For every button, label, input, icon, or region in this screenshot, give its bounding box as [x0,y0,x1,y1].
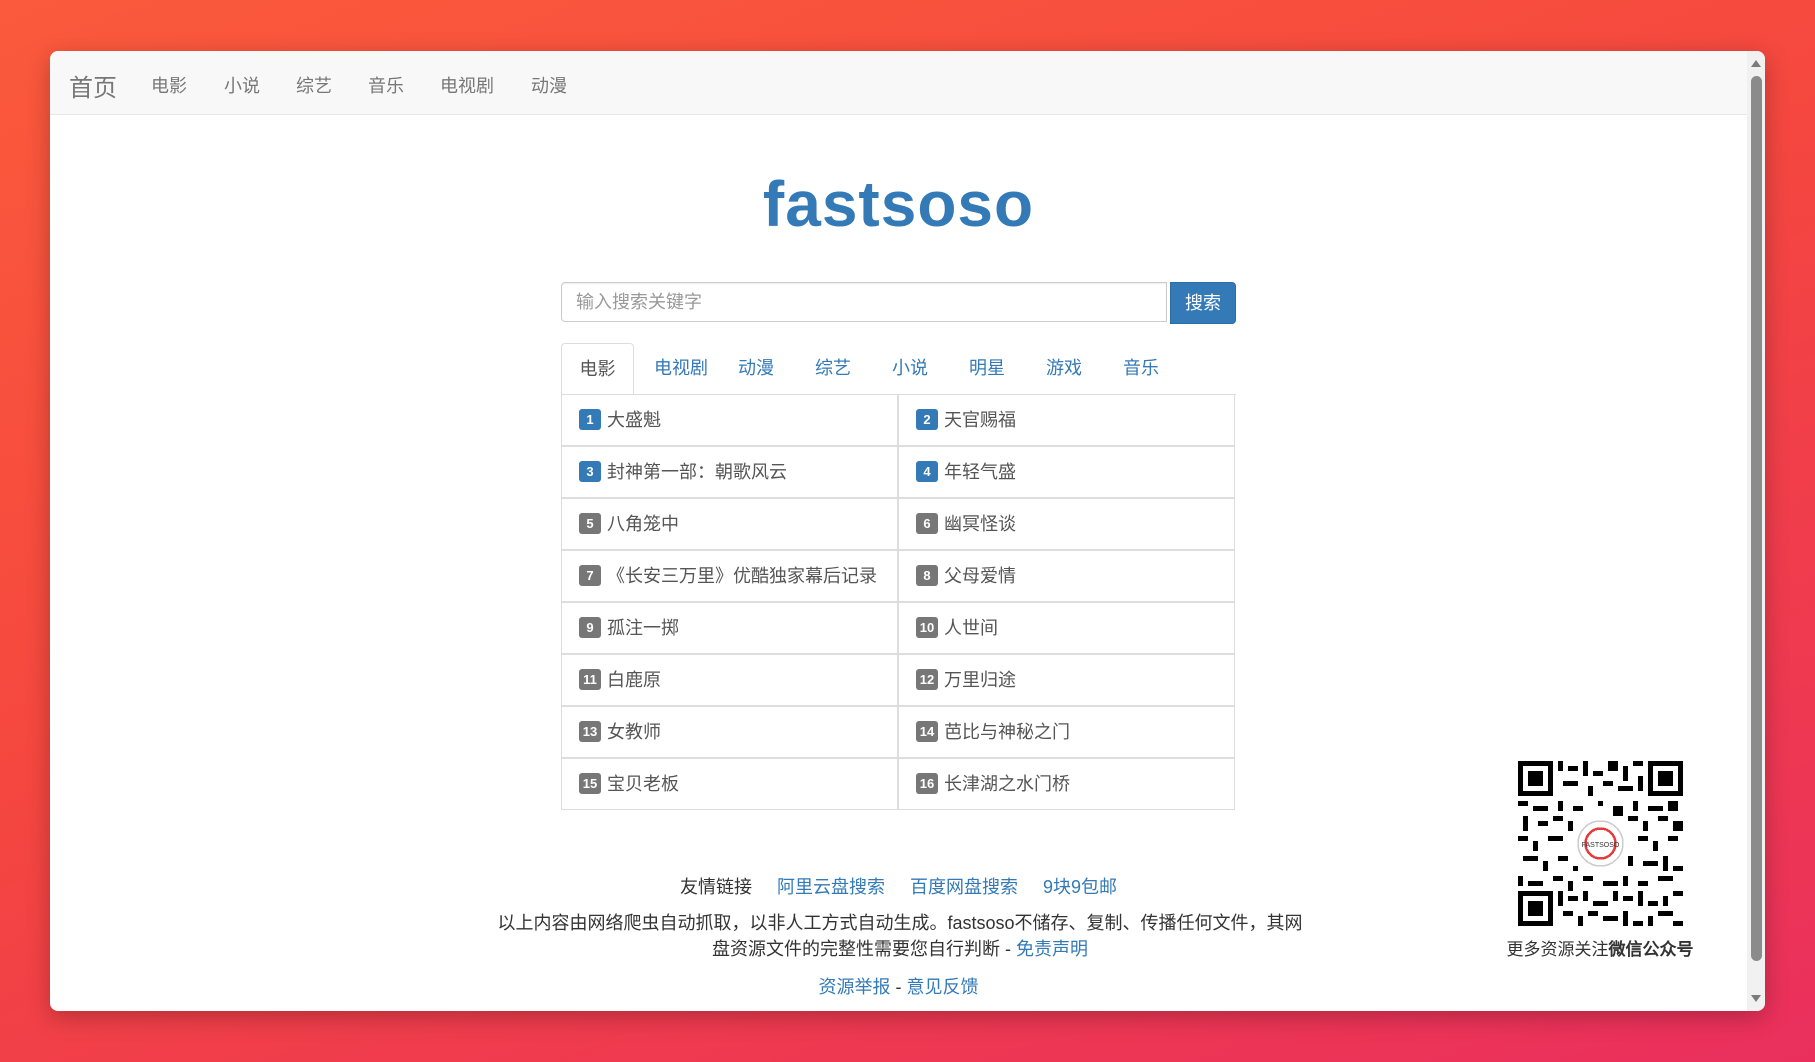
disclaimer-body: 以上内容由网络爬虫自动抓取，以非人工方式自动生成。fastsoso不储存、复制、… [497,913,1303,959]
wechat-qr-code: FASTSOSO [1518,761,1683,926]
tab-game[interactable]: 游戏 [1032,343,1096,394]
top-navbar: 首页 电影 小说 综艺 音乐 电视剧 动漫 [50,51,1747,115]
tab-novel[interactable]: 小说 [878,343,942,394]
nav-link-variety[interactable]: 综艺 [296,72,332,98]
scroll-thumb[interactable] [1751,76,1762,961]
report-link[interactable]: 资源举报 [819,977,891,997]
rank-badge: 6 [916,512,938,534]
rank-badge: 2 [916,408,938,430]
rank-badge: 1 [579,408,601,430]
item-title: 《长安三万里》优酷独家幕后记录 [607,566,877,586]
scroll-up-icon[interactable] [1751,60,1761,67]
rank-badge: 8 [916,564,938,586]
nav-link-music[interactable]: 音乐 [368,72,404,98]
qr-caption-text: 更多资源关注 [1506,940,1609,959]
item-title: 万里归途 [944,670,1016,690]
disclaimer-link[interactable]: 免责声明 [1016,939,1088,959]
rank-badge: 5 [579,512,601,534]
scroll-down-icon[interactable] [1751,995,1761,1002]
search-input[interactable] [561,282,1167,322]
item-title: 女教师 [607,722,661,742]
item-title: 幽冥怪谈 [944,514,1016,534]
rank-badge: 3 [579,460,601,482]
friend-link-baidu[interactable]: 百度网盘搜索 [910,877,1018,897]
list-item[interactable]: 3 封神第一部：朝歌风云 [561,446,898,498]
list-item[interactable]: 11 白鹿原 [561,654,898,706]
item-title: 宝贝老板 [607,774,679,794]
list-item[interactable]: 4 年轻气盛 [898,446,1235,498]
item-title: 人世间 [944,618,998,638]
rank-badge: 10 [916,616,938,638]
list-item[interactable]: 5 八角笼中 [561,498,898,550]
tab-variety[interactable]: 综艺 [801,343,865,394]
item-title: 孤注一掷 [607,618,679,638]
item-title: 父母爱情 [944,566,1016,586]
feedback-link[interactable]: 意见反馈 [907,977,979,997]
nav-link-novel[interactable]: 小说 [224,72,260,98]
rank-badge: 4 [916,460,938,482]
qr-caption: 更多资源关注微信公众号 [1450,935,1750,960]
list-item[interactable]: 12 万里归途 [898,654,1235,706]
qr-center-logo: FASTSOSO [1582,842,1620,849]
qr-caption-bold: 微信公众号 [1608,940,1694,959]
rank-badge: 13 [579,720,601,742]
tab-movie[interactable]: 电影 [561,343,634,395]
rank-badge: 16 [916,772,938,794]
list-item[interactable]: 10 人世间 [898,602,1235,654]
rank-badge: 14 [916,720,938,742]
category-tabs: 电影 电视剧 动漫 综艺 小说 明星 游戏 音乐 [561,343,1236,395]
item-title: 大盛魁 [607,410,661,430]
list-item[interactable]: 15 宝贝老板 [561,758,898,810]
friend-links: 友情链接 阿里云盘搜索 百度网盘搜索 9块9包邮 [50,873,1747,899]
report-links: 资源举报 - 意见反馈 [50,973,1747,999]
item-title: 白鹿原 [607,670,661,690]
list-item[interactable]: 8 父母爱情 [898,550,1235,602]
tab-tv[interactable]: 电视剧 [641,343,721,394]
search-button[interactable]: 搜索 [1170,282,1236,324]
nav-link-movie[interactable]: 电影 [151,72,187,98]
rank-badge: 12 [916,668,938,690]
list-item[interactable]: 16 长津湖之水门桥 [898,758,1235,810]
list-item[interactable]: 9 孤注一掷 [561,602,898,654]
list-item[interactable]: 1 大盛魁 [561,394,898,446]
item-title: 长津湖之水门桥 [944,774,1070,794]
nav-home-link[interactable]: 首页 [69,68,117,103]
tab-star[interactable]: 明星 [955,343,1019,394]
rank-badge: 15 [579,772,601,794]
rank-badge: 11 [579,668,601,690]
friend-links-label: 友情链接 [679,877,752,897]
item-title: 天官赐福 [944,410,1016,430]
site-logo: fastsoso [762,168,1035,240]
item-title: 芭比与神秘之门 [944,722,1070,742]
item-title: 八角笼中 [607,514,679,534]
rank-badge: 9 [579,616,601,638]
vertical-scrollbar[interactable] [1747,51,1765,1011]
rank-badge: 7 [579,564,601,586]
disclaimer-text: 以上内容由网络爬虫自动抓取，以非人工方式自动生成。fastsoso不储存、复制、… [490,910,1310,962]
list-item[interactable]: 7 《长安三万里》优酷独家幕后记录 [561,550,898,602]
tab-music[interactable]: 音乐 [1109,343,1173,394]
list-item[interactable]: 2 天官赐福 [898,394,1235,446]
list-item[interactable]: 6 幽冥怪谈 [898,498,1235,550]
friend-link-aliyun[interactable]: 阿里云盘搜索 [777,877,885,897]
browser-window: 首页 电影 小说 综艺 音乐 电视剧 动漫 fastsoso 搜索 电影 电视剧… [50,51,1765,1011]
tab-anime[interactable]: 动漫 [724,343,788,394]
nav-link-anime[interactable]: 动漫 [531,72,567,98]
list-item[interactable]: 13 女教师 [561,706,898,758]
list-item[interactable]: 14 芭比与神秘之门 [898,706,1235,758]
item-title: 封神第一部：朝歌风云 [607,462,787,482]
separator: - [890,977,907,997]
friend-link-deals[interactable]: 9块9包邮 [1043,877,1117,897]
nav-link-tv[interactable]: 电视剧 [440,72,494,98]
item-title: 年轻气盛 [944,462,1016,482]
